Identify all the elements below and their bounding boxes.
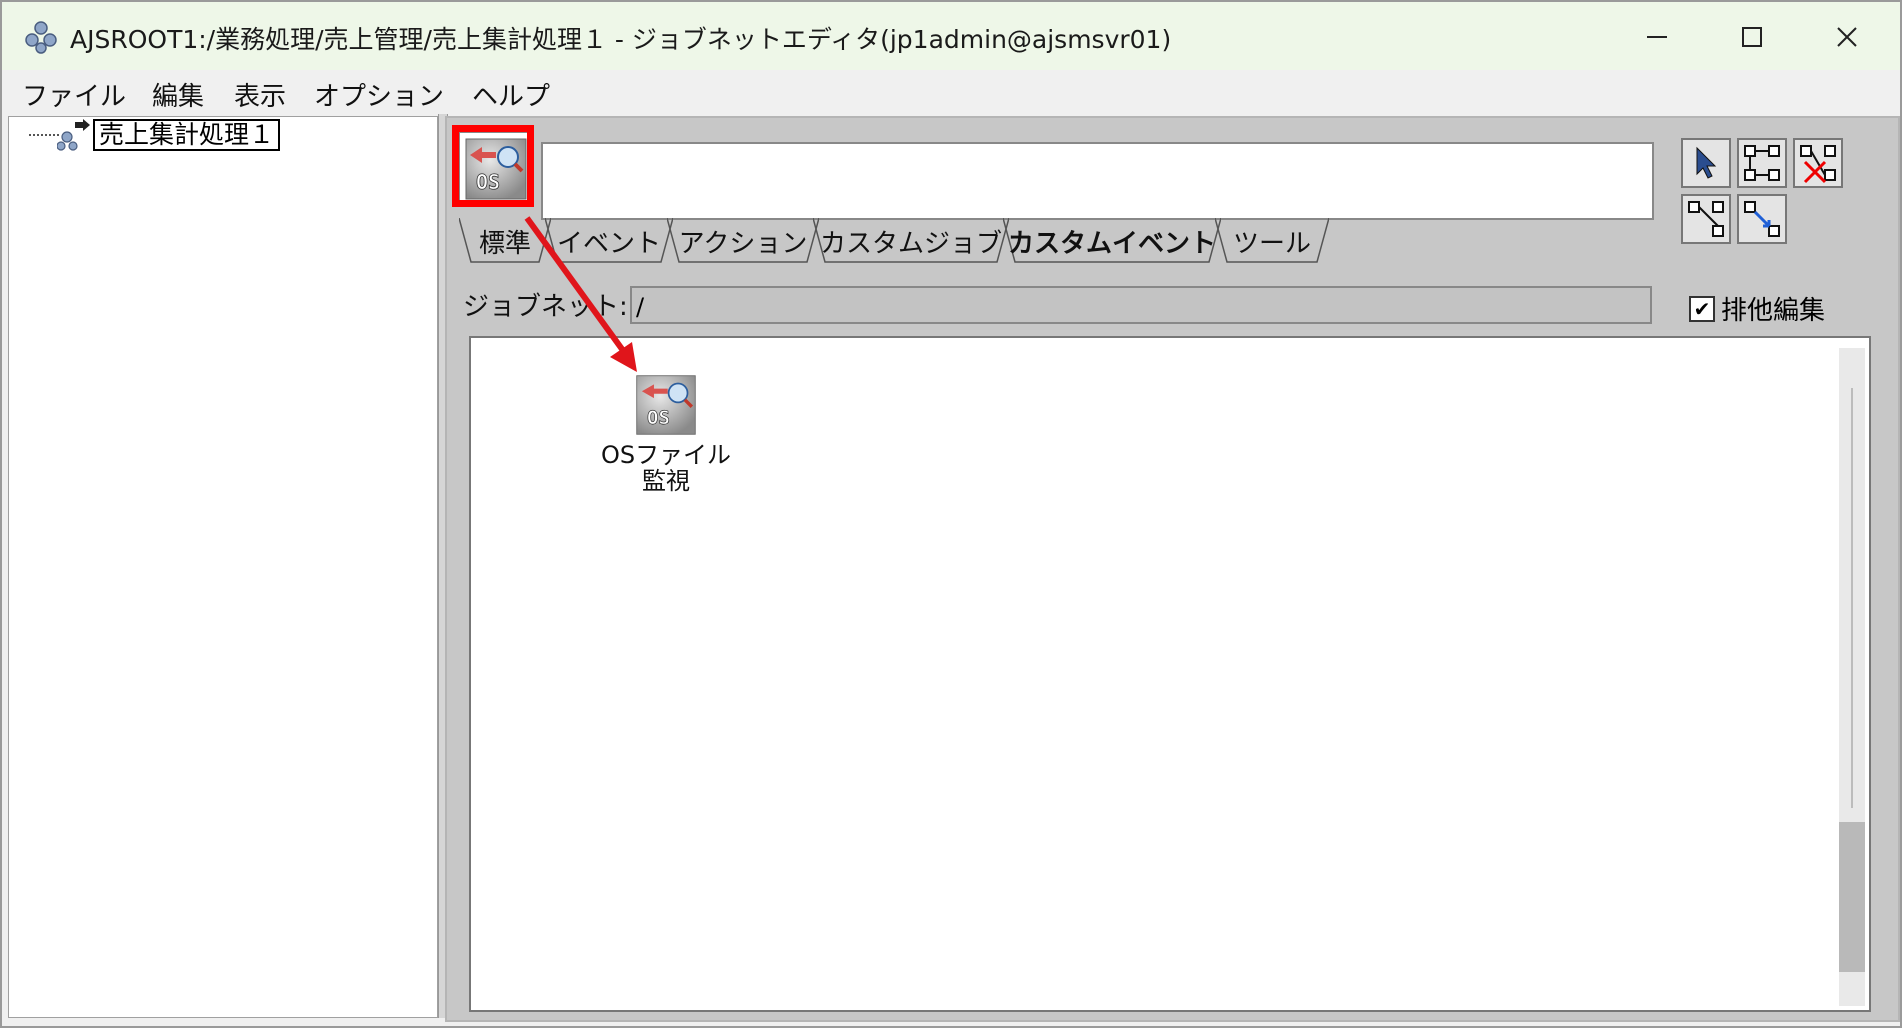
maximize-button[interactable] <box>1717 12 1787 62</box>
connect-mode-button[interactable] <box>1737 138 1787 188</box>
tab-tool-label: ツール <box>1232 228 1311 259</box>
exclusive-edit-checkbox[interactable]: ✔ 排他編集 <box>1689 290 1825 327</box>
tab-custom-event-label: カスタムイベント <box>1007 228 1216 259</box>
tab-event-label: イベント <box>556 228 661 259</box>
delete-connection-button[interactable] <box>1793 138 1843 188</box>
delete-connection-icon <box>1800 145 1836 184</box>
tab-standard-label: 標準 <box>478 228 531 259</box>
tab-custom-event[interactable]: カスタムイベント <box>1003 218 1221 264</box>
scroll-track <box>1851 388 1853 808</box>
title-bar[interactable]: AJSROOT1:/業務処理/売上管理/売上集計処理１ - ジョブネットエディタ… <box>2 2 1900 70</box>
menu-view[interactable]: 表示 <box>234 76 286 113</box>
tab-action[interactable]: アクション <box>667 218 819 264</box>
tab-action-label: アクション <box>678 228 808 259</box>
palette-description-box <box>541 142 1654 220</box>
close-icon <box>1837 27 1857 47</box>
tree-connector <box>29 134 59 136</box>
menu-help[interactable]: ヘルプ <box>472 76 550 113</box>
jobnet-editor-window: AJSROOT1:/業務処理/売上管理/売上集計処理１ - ジョブネットエディタ… <box>0 0 1902 1028</box>
os-file-monitor-unit[interactable]: OS <box>635 374 697 436</box>
pointer-icon <box>1696 146 1717 179</box>
connect-relation-icon <box>1744 201 1780 237</box>
os-file-monitor-label-line2: 監視 <box>642 467 690 495</box>
close-button[interactable] <box>1812 12 1882 62</box>
exclusive-edit-label: 排他編集 <box>1721 296 1826 326</box>
jobnet-app-icon <box>25 21 57 54</box>
menu-edit[interactable]: 編集 <box>152 76 204 113</box>
jobnet-tree-icon <box>57 119 90 151</box>
relation-line-button[interactable] <box>1681 194 1731 244</box>
vertical-scrollbar[interactable] <box>1839 348 1865 1006</box>
tree-item-sales-summary[interactable]: 売上集計処理１ <box>93 119 281 151</box>
jobnet-path-field[interactable]: / <box>630 286 1652 324</box>
minimize-icon <box>1647 36 1667 38</box>
tab-custom-job[interactable]: カスタムジョブ <box>813 218 1009 264</box>
tab-standard[interactable]: 標準 <box>459 218 551 264</box>
connect-relation-button[interactable] <box>1737 194 1787 244</box>
os-file-monitor-icon: OS <box>636 375 696 435</box>
connect-icon <box>1744 145 1780 181</box>
maximize-icon <box>1742 27 1762 47</box>
select-mode-button[interactable] <box>1681 138 1731 188</box>
tab-tool[interactable]: ツール <box>1215 218 1329 264</box>
tab-custom-job-label: カスタムジョブ <box>819 228 1002 259</box>
jobnet-label: ジョブネット: <box>463 292 628 322</box>
menu-file[interactable]: ファイル <box>22 76 126 113</box>
jobnet-tree-panel: 売上集計処理１ <box>8 116 438 1018</box>
svg-text:OS: OS <box>647 407 670 429</box>
menu-bar: ファイル 編集 表示 オプション ヘルプ <box>2 70 1900 114</box>
window-title: AJSROOT1:/業務処理/売上管理/売上集計処理１ - ジョブネットエディタ… <box>70 25 1172 54</box>
tab-event[interactable]: イベント <box>545 218 673 264</box>
minimize-button[interactable] <box>1622 12 1692 62</box>
scroll-thumb[interactable] <box>1839 822 1865 972</box>
os-file-monitor-label-line1: OSファイル <box>600 441 732 469</box>
menu-options[interactable]: オプション <box>314 76 444 113</box>
map-area-panel: OS 標準 イベント アクション カスタムジョブ カスタムイベント ツール ジョ… <box>445 116 1900 1022</box>
palette-item-highlight <box>452 125 534 207</box>
os-file-monitor-label: OSファイル 監視 <box>571 442 761 494</box>
relation-line-icon <box>1688 201 1724 237</box>
exclusive-edit-check[interactable]: ✔ <box>1689 295 1715 322</box>
map-canvas[interactable]: OS OSファイル 監視 <box>469 336 1871 1012</box>
